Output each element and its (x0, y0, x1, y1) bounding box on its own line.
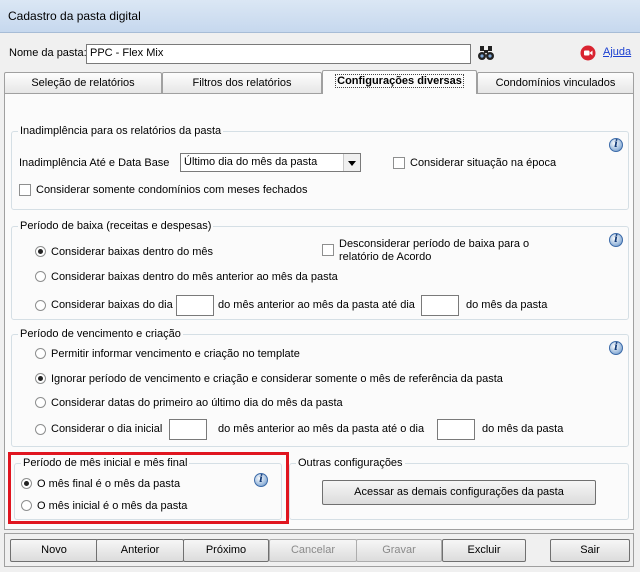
help-video-icon[interactable] (580, 45, 596, 61)
considerar-epoca-checkbox[interactable] (393, 157, 405, 169)
tab-label: Configurações diversas (335, 74, 464, 88)
venc-dia-inicial-input[interactable] (169, 419, 207, 440)
outras-config-legend: Outras configurações (298, 457, 403, 469)
cancelar-button[interactable]: Cancelar (269, 539, 357, 562)
sair-button[interactable]: Sair (550, 539, 630, 562)
considerar-epoca-label: Considerar situação na época (410, 157, 557, 169)
baixa-dia-inicial-input[interactable] (176, 295, 214, 316)
folder-row: Nome da pasta: PPC - Flex Mix Ajuda (0, 33, 640, 71)
mes-inicial-radio[interactable] (21, 500, 32, 511)
novo-button[interactable]: Novo (10, 539, 98, 562)
meses-fechados-checkbox[interactable] (19, 184, 31, 196)
meses-fechados-label: Considerar somente condomínios com meses… (36, 184, 308, 196)
info-icon[interactable]: i (609, 341, 623, 355)
mes-inicial-label: O mês inicial é o mês da pasta (37, 500, 188, 512)
gravar-button[interactable]: Gravar (356, 539, 442, 562)
inadimplencia-date-select[interactable]: Último dia do mês da pasta (180, 153, 361, 172)
baixa-do-dia-label: Considerar baixas do dia (51, 299, 173, 311)
inadimplencia-date-value: Último dia do mês da pasta (184, 156, 318, 168)
folder-name-label: Nome da pasta: (9, 47, 87, 59)
info-icon[interactable]: i (609, 138, 623, 152)
baixa-ate-dia-label: do mês anterior ao mês da pasta até dia (218, 299, 415, 311)
venc-dia-inicial-radio[interactable] (35, 424, 46, 435)
anterior-button[interactable]: Anterior (96, 539, 184, 562)
help-link[interactable]: Ajuda (603, 46, 631, 58)
baixa-dentro-mes-radio[interactable] (35, 246, 46, 257)
baixa-dentro-mes-label: Considerar baixas dentro do mês (51, 246, 214, 258)
baixa-do-dia-radio[interactable] (35, 300, 46, 311)
tab-condominios-vinculados[interactable]: Condomínios vinculados (477, 72, 634, 93)
venc-template-label: Permitir informar vencimento e criação n… (51, 348, 300, 360)
tab-label: Seleção de relatórios (31, 77, 135, 89)
binoculars-search-icon[interactable] (477, 44, 495, 62)
tab-label: Filtros dos relatórios (192, 77, 292, 89)
venc-template-radio[interactable] (35, 348, 46, 359)
venc-primeiro-ultimo-radio[interactable] (35, 397, 46, 408)
info-icon[interactable]: i (254, 473, 268, 487)
tab-selecao-relatorios[interactable]: Seleção de relatórios (4, 72, 162, 93)
periodo-mes-legend: Período de mês inicial e mês final (23, 457, 188, 469)
tab-filtros-relatorios[interactable]: Filtros dos relatórios (162, 72, 322, 93)
venc-dia-final-input[interactable] (437, 419, 475, 440)
venc-dia-inicial-label: Considerar o dia inicial (51, 423, 163, 435)
sair-label: Sair (580, 544, 600, 556)
mes-final-label: O mês final é o mês da pasta (37, 478, 181, 490)
gravar-label: Gravar (382, 544, 416, 556)
venc-primeiro-ultimo-label: Considerar datas do primeiro ao último d… (51, 397, 343, 409)
mes-final-radio[interactable] (21, 478, 32, 489)
desconsiderar-acordo-checkbox[interactable] (322, 244, 334, 256)
anterior-label: Anterior (120, 544, 160, 556)
excluir-button[interactable]: Excluir (442, 539, 526, 562)
baixa-dia-final-input[interactable] (421, 295, 459, 316)
baixa-mes-anterior-radio[interactable] (35, 271, 46, 282)
venc-mes-pasta-label: do mês da pasta (482, 423, 564, 435)
excluir-label: Excluir (467, 544, 501, 556)
info-icon[interactable]: i (609, 233, 623, 247)
inadimplencia-date-label: Inadimplência Até e Data Base (19, 157, 170, 169)
venc-ignorar-radio[interactable] (35, 373, 46, 384)
demais-configuracoes-button[interactable]: Acessar as demais configurações da pasta (322, 480, 596, 505)
novo-label: Novo (41, 544, 67, 556)
proximo-label: Próximo (205, 544, 247, 556)
cancelar-label: Cancelar (290, 544, 336, 556)
folder-name-input[interactable]: PPC - Flex Mix (86, 44, 471, 64)
desconsiderar-acordo-label-2: relatório de Acordo (339, 251, 432, 263)
window-title: Cadastro da pasta digital (8, 9, 141, 23)
tab-configuracoes-diversas[interactable]: Configurações diversas (322, 70, 477, 94)
proximo-button[interactable]: Próximo (183, 539, 269, 562)
baixa-mes-anterior-label: Considerar baixas dentro do mês anterior… (51, 271, 338, 283)
periodo-vencimento-legend: Período de vencimento e criação (20, 328, 181, 340)
periodo-baixa-legend: Período de baixa (receitas e despesas) (20, 220, 212, 232)
tab-label: Condomínios vinculados (495, 77, 616, 89)
inadimplencia-legend: Inadimplência para os relatórios da past… (20, 125, 222, 137)
title-bar: Cadastro da pasta digital (0, 0, 640, 33)
venc-ate-dia-label: do mês anterior ao mês da pasta até o di… (218, 423, 425, 435)
chevron-down-icon (343, 154, 360, 171)
baixa-mes-pasta-label: do mês da pasta (466, 299, 548, 311)
desconsiderar-acordo-label-1: Desconsiderar período de baixa para o (339, 238, 530, 250)
venc-ignorar-label: Ignorar período de vencimento e criação … (51, 373, 503, 385)
